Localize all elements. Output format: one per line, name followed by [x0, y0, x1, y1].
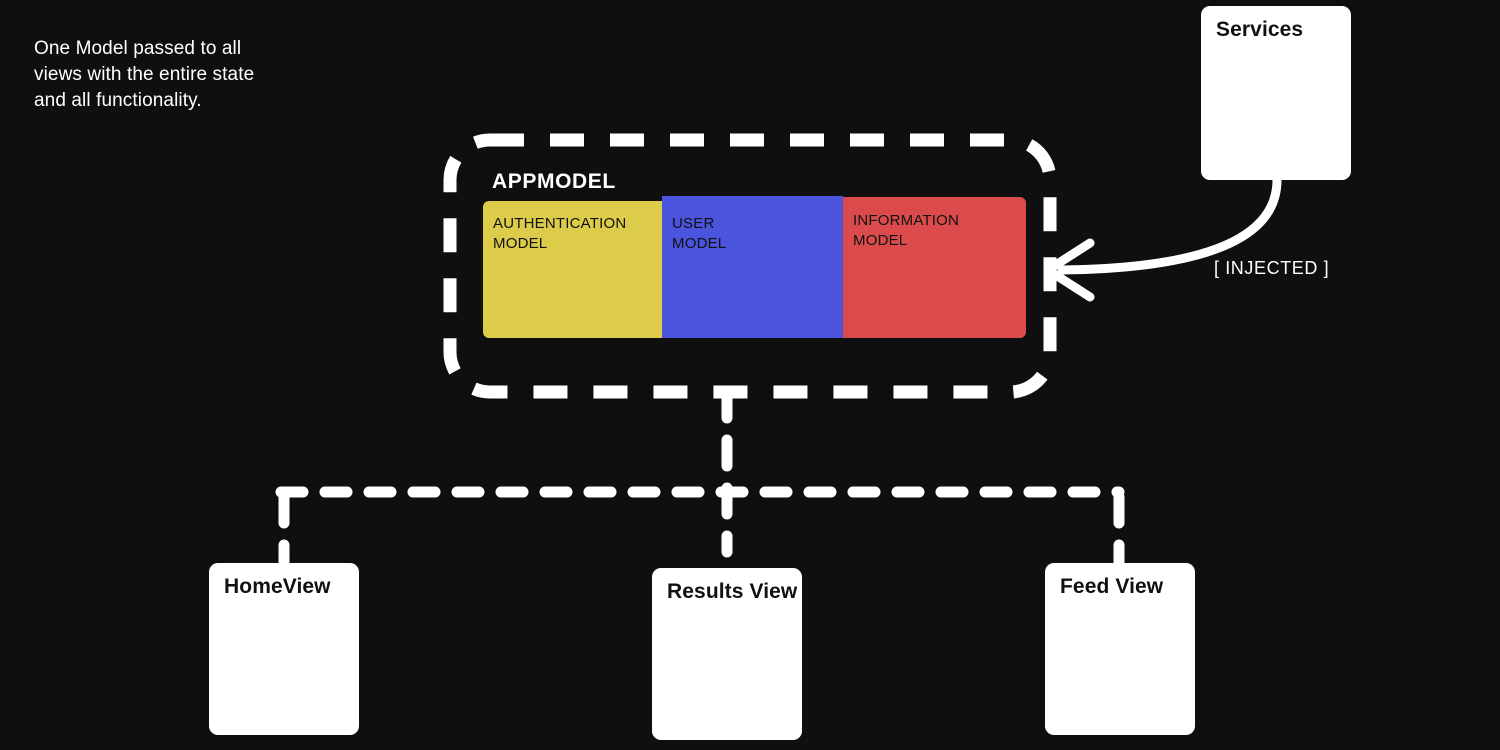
feedview-card[interactable]: Feed View	[1045, 563, 1195, 735]
services-injection-curve	[1057, 175, 1282, 275]
services-injection-arrowhead	[1043, 238, 1095, 302]
homeview-card-title: HomeView	[224, 575, 331, 598]
appmodel-container: APPMODEL AUTHENTICATION MODEL USER MODEL…	[450, 140, 1050, 392]
segment-authentication-model-label: AUTHENTICATION MODEL	[493, 215, 627, 252]
injected-label: [ INJECTED ]	[1214, 258, 1330, 278]
segment-authentication-model[interactable]: AUTHENTICATION MODEL	[483, 201, 662, 338]
segment-user-model-label: USER MODEL	[672, 215, 727, 252]
resultsview-card[interactable]: Results View	[652, 568, 802, 740]
segment-user-model[interactable]: USER MODEL	[662, 196, 843, 338]
homeview-card[interactable]: HomeView	[209, 563, 359, 735]
resultsview-card-title: Results View	[667, 580, 798, 603]
services-card-title: Services	[1216, 18, 1304, 41]
model-segment-strip: AUTHENTICATION MODEL USER MODEL INFORMAT…	[483, 196, 1026, 338]
diagram-canvas: One Model passed to all views with the e…	[0, 0, 1500, 750]
appmodel-title: APPMODEL	[492, 170, 616, 193]
feedview-card-title: Feed View	[1060, 575, 1164, 598]
caption-text: One Model passed to all views with the e…	[34, 38, 255, 111]
services-card[interactable]: Services	[1201, 6, 1351, 180]
segment-information-model[interactable]: INFORMATION MODEL	[843, 197, 1026, 338]
segment-information-model-label: INFORMATION MODEL	[853, 212, 960, 249]
